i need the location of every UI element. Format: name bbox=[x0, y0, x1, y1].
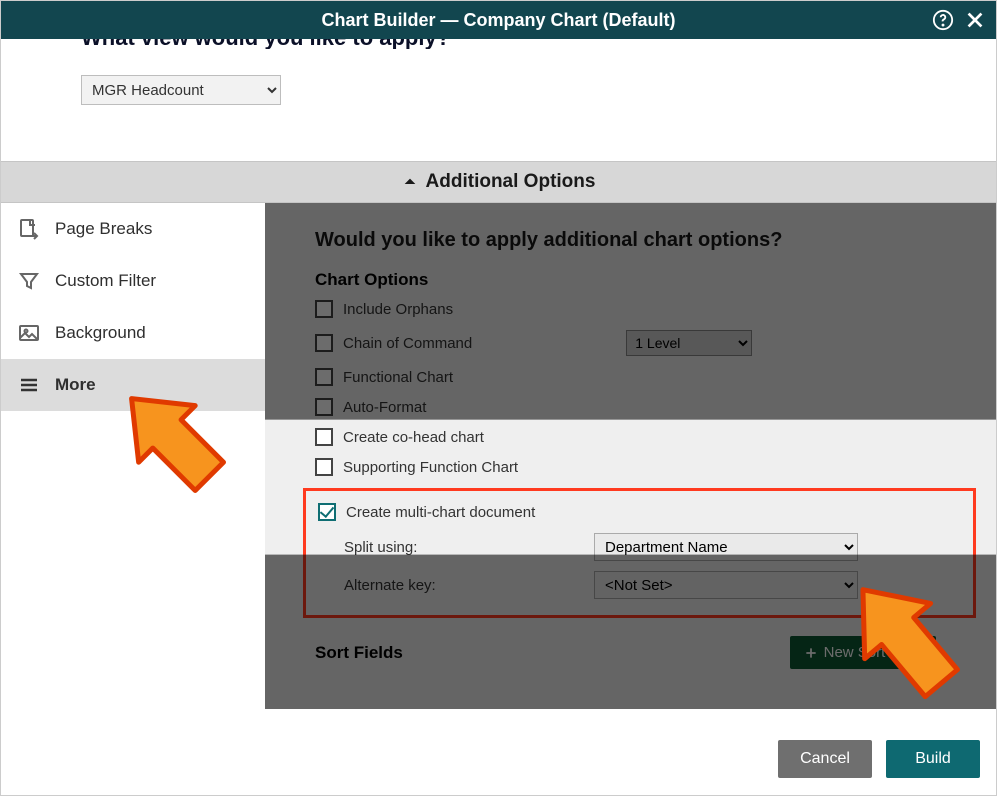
checkbox-label: Functional Chart bbox=[343, 369, 453, 386]
sidebar-item-background[interactable]: Background bbox=[1, 307, 265, 359]
title-bar: Chart Builder — Company Chart (Default) bbox=[1, 1, 996, 39]
split-using-row: Split using: Department Name bbox=[344, 533, 957, 561]
checkbox-label: Supporting Function Chart bbox=[343, 459, 518, 476]
window-title: Chart Builder — Company Chart (Default) bbox=[321, 10, 675, 31]
co-head-row[interactable]: Create co-head chart bbox=[315, 428, 956, 446]
sidebar-item-page-breaks[interactable]: Page Breaks bbox=[1, 203, 265, 255]
sidebar-item-label: Page Breaks bbox=[55, 219, 249, 239]
close-icon[interactable] bbox=[964, 9, 986, 31]
panel-heading: Would you like to apply additional chart… bbox=[315, 229, 956, 252]
alternate-key-select[interactable]: <Not Set> bbox=[594, 571, 858, 599]
checkbox-icon[interactable] bbox=[315, 458, 333, 476]
cancel-button[interactable]: Cancel bbox=[778, 740, 872, 778]
options-panel: Would you like to apply additional chart… bbox=[265, 203, 996, 709]
sidebar-item-custom-filter[interactable]: Custom Filter bbox=[1, 255, 265, 307]
image-icon bbox=[17, 321, 41, 345]
sidebar-item-label: Background bbox=[55, 323, 249, 343]
build-button[interactable]: Build bbox=[886, 740, 980, 778]
lower-section: Page Breaks Custom Filter Background Mor… bbox=[1, 203, 996, 709]
hamburger-icon bbox=[17, 373, 41, 397]
split-using-select[interactable]: Department Name bbox=[594, 533, 858, 561]
filter-icon bbox=[17, 269, 41, 293]
help-icon[interactable] bbox=[932, 9, 954, 31]
functional-chart-row[interactable]: Functional Chart bbox=[315, 368, 956, 386]
sidebar-item-label: More bbox=[55, 375, 249, 395]
chain-of-command-row[interactable]: Chain of Command 1 Level bbox=[315, 330, 956, 356]
sort-fields-label: Sort Fields bbox=[315, 643, 403, 663]
checkbox-checked-icon[interactable] bbox=[318, 503, 336, 521]
new-sort-field-label: New Sort Field bbox=[824, 644, 922, 661]
auto-format-row[interactable]: Auto-Format bbox=[315, 398, 956, 416]
checkbox-icon[interactable] bbox=[315, 428, 333, 446]
accordion-label: Additional Options bbox=[426, 171, 596, 193]
checkbox-label: Include Orphans bbox=[343, 301, 453, 318]
checkbox-icon[interactable] bbox=[315, 300, 333, 318]
checkbox-icon[interactable] bbox=[315, 334, 333, 352]
chart-options-label: Chart Options bbox=[315, 270, 956, 290]
options-sidebar: Page Breaks Custom Filter Background Mor… bbox=[1, 203, 265, 709]
chart-builder-dialog: Chart Builder — Company Chart (Default) … bbox=[0, 0, 997, 796]
checkbox-label: Auto-Format bbox=[343, 399, 426, 416]
sidebar-item-more[interactable]: More bbox=[1, 359, 265, 411]
alternate-key-label: Alternate key: bbox=[344, 577, 594, 594]
page-breaks-icon bbox=[17, 217, 41, 241]
view-select[interactable]: MGR Headcount bbox=[81, 75, 281, 105]
additional-options-header[interactable]: Additional Options bbox=[1, 161, 996, 203]
split-using-label: Split using: bbox=[344, 539, 594, 556]
multi-chart-row[interactable]: Create multi-chart document bbox=[318, 503, 957, 521]
checkbox-label: Create co-head chart bbox=[343, 429, 484, 446]
new-sort-field-button[interactable]: New Sort Field bbox=[790, 636, 936, 669]
chevron-up-icon bbox=[402, 174, 418, 190]
include-orphans-row[interactable]: Include Orphans bbox=[315, 300, 956, 318]
checkbox-icon[interactable] bbox=[315, 398, 333, 416]
sort-fields-section: Sort Fields New Sort Field bbox=[315, 636, 956, 669]
supporting-function-row[interactable]: Supporting Function Chart bbox=[315, 458, 956, 476]
alternate-key-row: Alternate key: <Not Set> bbox=[344, 571, 957, 599]
checkbox-icon[interactable] bbox=[315, 368, 333, 386]
plus-icon bbox=[804, 646, 818, 660]
dialog-footer: Cancel Build bbox=[778, 723, 996, 795]
multichart-highlight-box: Create multi-chart document Split using:… bbox=[303, 488, 976, 618]
chain-levels-select[interactable]: 1 Level bbox=[626, 330, 752, 356]
checkbox-label: Create multi-chart document bbox=[346, 504, 535, 521]
sidebar-item-label: Custom Filter bbox=[55, 271, 249, 291]
checkbox-label: Chain of Command bbox=[343, 335, 472, 352]
